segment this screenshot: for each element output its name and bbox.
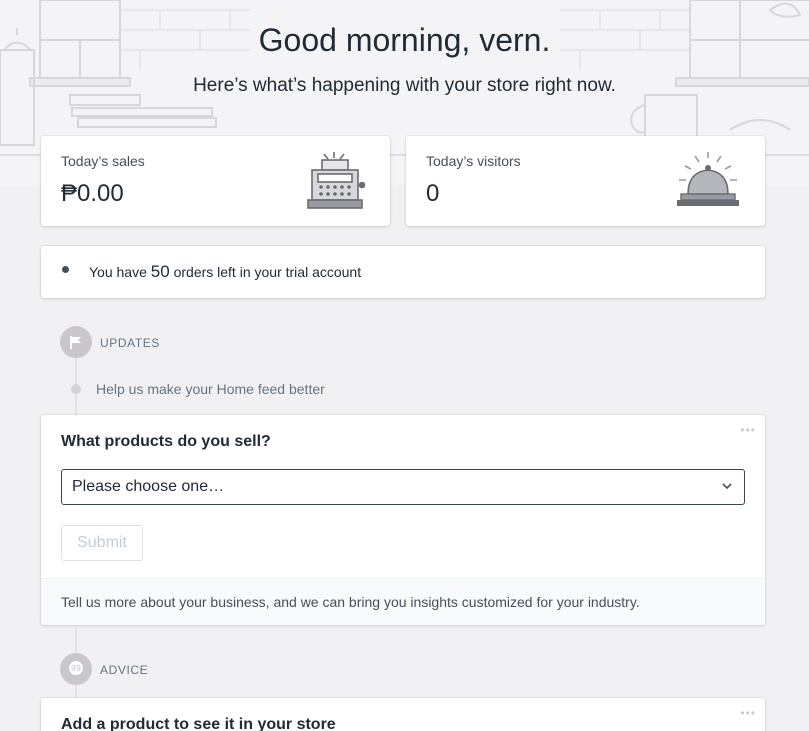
svg-text:99: 99 [71, 664, 81, 673]
todays-visitors-card[interactable]: Today’s visitors 0 [406, 136, 765, 226]
quote-bubble-icon: 99 [60, 653, 92, 685]
feed-item-text: Help us make your Home feed better [96, 381, 325, 397]
service-bell-icon [675, 150, 741, 215]
trial-count: 50 [150, 262, 170, 281]
sales-label: Today’s sales [61, 153, 145, 169]
visitors-label: Today’s visitors [426, 153, 521, 169]
trial-notice-card: You have 50 orders left in your trial ac… [41, 246, 765, 298]
todays-sales-card[interactable]: Today’s sales ₱0.00 [41, 136, 390, 226]
page-greeting: Good morning, vern. [258, 22, 551, 58]
flag-icon [60, 326, 92, 358]
advice-card: ••• Add a product to see it in your stor… [41, 698, 765, 731]
sales-value: ₱0.00 [61, 180, 124, 207]
page-subtitle: Here’s what’s happening with your store … [193, 75, 616, 96]
chevron-down-icon [720, 479, 734, 498]
trial-prefix: You have [89, 264, 147, 280]
products-question-card: ••• What products do you sell? Please ch… [41, 415, 765, 625]
advice-section-title: Advice [100, 663, 149, 677]
advice-card-title: Add a product to see it in your store [61, 716, 336, 731]
trial-message: You have 50 orders left in your trial ac… [89, 262, 361, 282]
visitors-value: 0 [426, 180, 440, 207]
product-type-select[interactable]: Please choose one… [61, 469, 745, 505]
updates-section-title: Updates [100, 336, 160, 350]
bullet-dot [62, 266, 69, 273]
feed-item-dot [71, 384, 81, 394]
products-question-title: What products do you sell? [61, 433, 271, 450]
select-placeholder: Please choose one… [72, 478, 225, 495]
more-options-icon-advice[interactable]: ••• [740, 707, 756, 719]
submit-button[interactable]: Submit [61, 525, 143, 561]
card-footer: Tell us more about your business, and we… [41, 578, 765, 625]
cash-register-icon [304, 150, 366, 215]
trial-suffix: orders left in your trial account [173, 264, 362, 280]
more-options-icon[interactable]: ••• [740, 424, 756, 436]
footer-text: Tell us more about your business, and we… [61, 594, 640, 610]
